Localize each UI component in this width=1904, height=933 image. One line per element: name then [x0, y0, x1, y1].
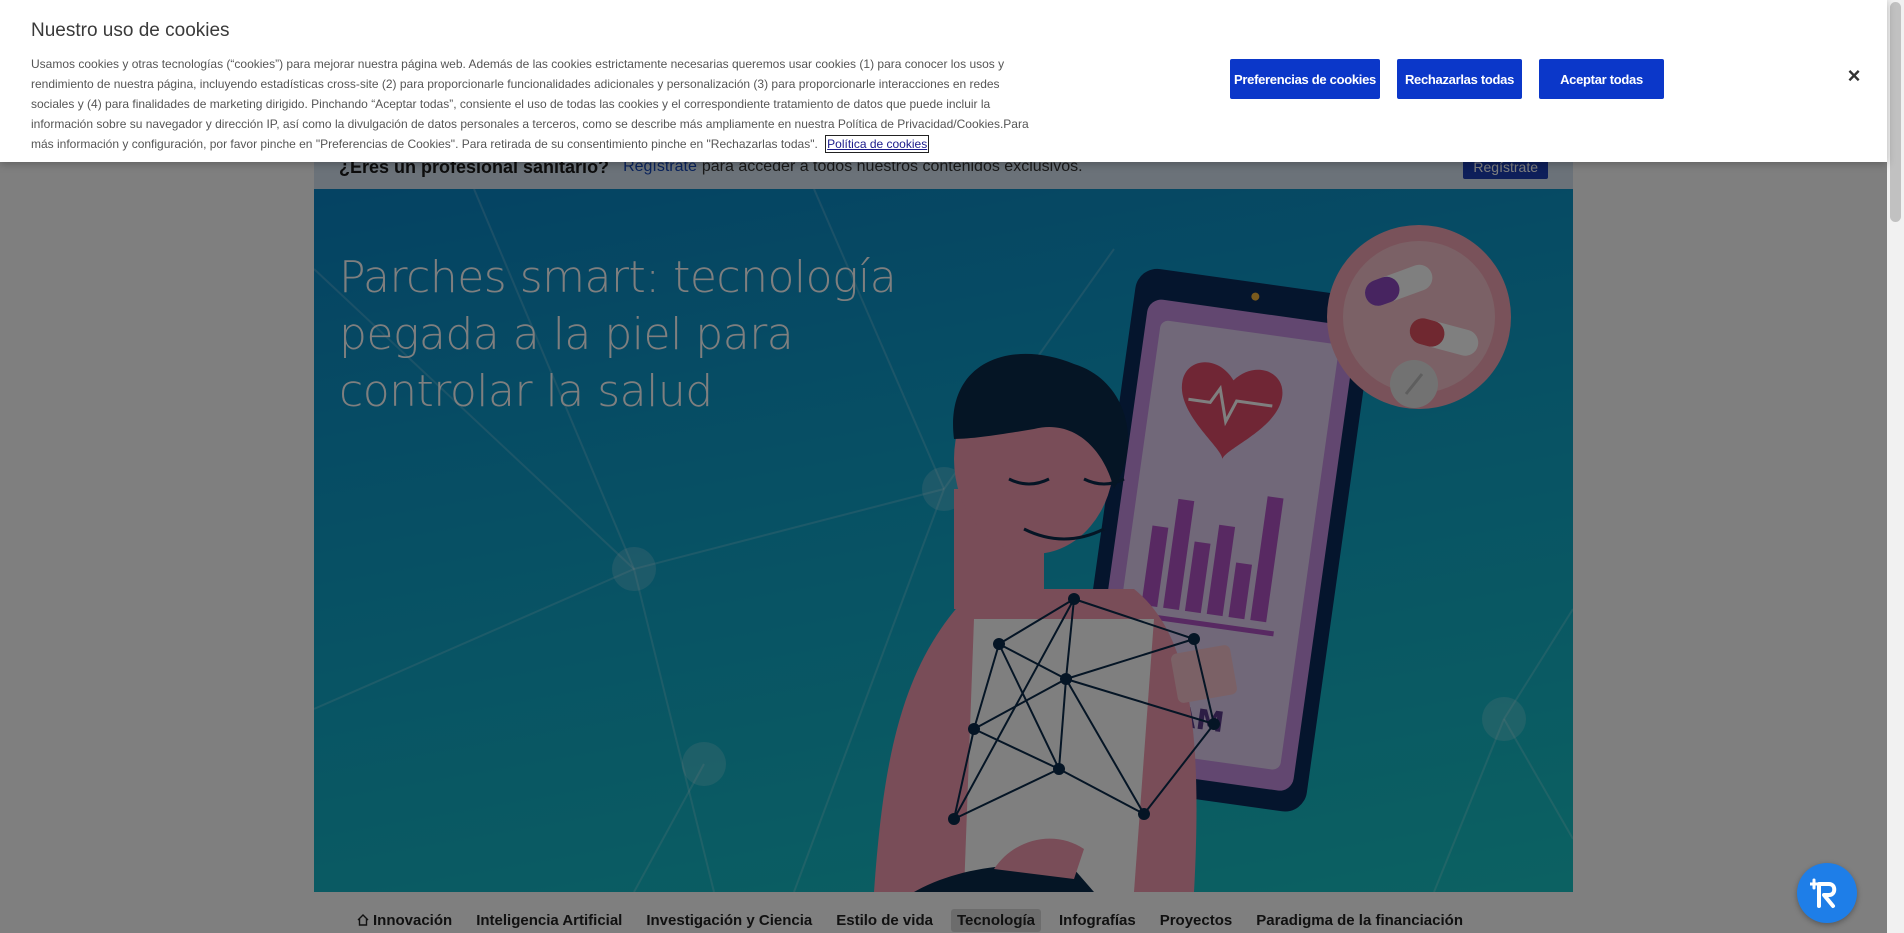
cookie-banner: Nuestro uso de cookies Usamos cookies y …: [0, 0, 1887, 162]
cookie-preferences-button[interactable]: Preferencias de cookies: [1230, 59, 1380, 99]
assistant-icon: [1810, 878, 1837, 908]
reject-all-cookies-button[interactable]: Rechazarlas todas: [1397, 59, 1522, 99]
close-icon[interactable]: ×: [1844, 63, 1864, 88]
scrollbar-thumb[interactable]: [1890, 2, 1901, 222]
assistant-fab-button[interactable]: [1797, 863, 1857, 923]
cookie-policy-link[interactable]: Política de cookies: [825, 135, 930, 153]
page-scrollbar[interactable]: [1887, 0, 1904, 933]
accept-all-cookies-button[interactable]: Aceptar todas: [1539, 59, 1664, 99]
cookie-banner-text: Usamos cookies y otras tecnologías (“coo…: [31, 54, 1031, 154]
cookie-banner-title: Nuestro uso de cookies: [31, 20, 230, 41]
